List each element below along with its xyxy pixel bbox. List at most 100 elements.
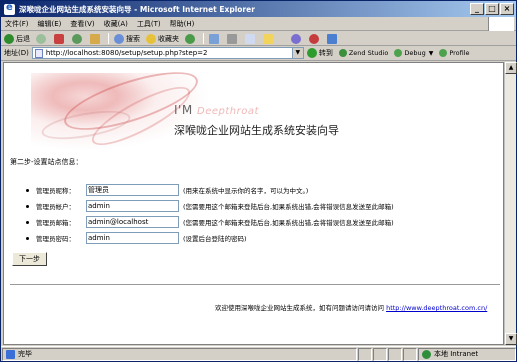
debug-button[interactable]: Debug ▼ [394, 49, 433, 57]
zend-studio-button[interactable]: Zend Studio [338, 49, 389, 57]
history-button[interactable] [185, 33, 197, 44]
footer-text: 欢迎使用深喉咙企业网站生成系统，如有问题请访问请访问 [215, 304, 384, 312]
page-icon [34, 48, 43, 58]
nickname-input[interactable] [86, 184, 179, 196]
status-cell [373, 347, 387, 361]
back-button[interactable]: 后退 [4, 33, 30, 44]
back-arrow-icon [4, 33, 14, 44]
password-label: 管理员密码： [36, 235, 75, 243]
status-cell [403, 347, 417, 361]
page-done-icon [6, 349, 15, 359]
password-input[interactable] [86, 232, 179, 244]
favorites-label: 收藏夹 [158, 34, 179, 43]
address-dropdown-icon[interactable]: ▼ [291, 48, 303, 58]
toolbar: 后退 搜索 收藏夹 [1, 32, 516, 46]
account-label: 管理员帐户： [36, 203, 75, 211]
scroll-down-icon[interactable]: ▼ [505, 333, 517, 345]
extra-button[interactable] [327, 33, 339, 44]
page-content: I'M Deepthroat 深喉咙企业网站生成系统安装向导 第二步-设置站点信… [3, 62, 504, 345]
forward-arrow-icon [36, 33, 46, 44]
menu-help[interactable]: 帮助(H) [170, 19, 195, 29]
address-url: http://localhost:8080/setup/setup.php?st… [45, 49, 208, 57]
go-arrow-icon [306, 48, 317, 58]
address-label: 地址(D) [4, 49, 29, 57]
tool-button[interactable] [309, 33, 321, 44]
zone-text: 本地 Intranet [434, 350, 479, 358]
print-icon [227, 33, 237, 44]
messenger-icon [291, 33, 301, 44]
vertical-scrollbar[interactable]: ▲ ▼ [504, 62, 517, 345]
menu-favorites[interactable]: 收藏(A) [104, 19, 128, 29]
window-title: 深喉咙企业网站生成系统安装向导 - Microsoft Internet Exp… [19, 4, 255, 14]
refresh-icon [72, 33, 82, 44]
nickname-label: 管理员昵称： [36, 187, 75, 195]
nickname-hint: (用来在系统中显示你的名字，可以为中文。) [183, 187, 309, 195]
messenger-button[interactable] [291, 33, 303, 44]
footer-link[interactable]: http://www.deepthroat.com.cn/ [386, 304, 487, 312]
menu-edit[interactable]: 编辑(E) [38, 19, 62, 29]
intranet-icon [422, 349, 431, 359]
scroll-up-icon[interactable]: ▲ [505, 62, 517, 74]
bullet-icon [26, 188, 29, 192]
profile-label: Profile [449, 49, 470, 57]
form-row-password: 管理员密码： (设置后台登陆的密码) [26, 230, 394, 246]
menu-file[interactable]: 文件(F) [5, 19, 29, 29]
home-icon [90, 33, 100, 44]
search-label: 搜索 [126, 34, 140, 43]
extra-icon [327, 33, 337, 44]
menu-view[interactable]: 查看(V) [70, 19, 94, 29]
print-button[interactable] [227, 33, 239, 44]
folder-icon [263, 33, 273, 44]
title-bar: 深喉咙企业网站生成系统安装向导 - Microsoft Internet Exp… [1, 1, 516, 17]
stop-icon [54, 33, 64, 44]
bullet-icon [26, 204, 29, 208]
debug-dropdown-icon[interactable]: ▼ [429, 50, 434, 57]
toolbar-separator [108, 33, 109, 44]
edit-icon [245, 33, 255, 44]
status-cell [388, 347, 402, 361]
close-button[interactable]: × [500, 3, 514, 15]
step-heading: 第二步-设置站点信息： [10, 158, 83, 166]
zend-label: Zend Studio [348, 49, 389, 57]
next-step-button[interactable]: 下一步 [12, 252, 47, 266]
account-input[interactable] [86, 200, 179, 212]
go-label: 转到 [318, 49, 333, 57]
toolbar-separator [203, 33, 204, 44]
address-input[interactable]: http://localhost:8080/setup/setup.php?st… [31, 47, 304, 59]
bullet-icon [26, 236, 29, 240]
profile-icon [439, 49, 448, 57]
mail-button[interactable] [209, 33, 221, 44]
home-button[interactable] [90, 33, 102, 44]
edit-button[interactable] [245, 33, 257, 44]
status-text: 完毕 [18, 350, 32, 358]
site-info-form: 管理员昵称： (用来在系统中显示你的名字，可以为中文。) 管理员帐户： (您需要… [26, 182, 394, 246]
password-hint: (设置后台登陆的密码) [183, 235, 247, 243]
address-bar: 地址(D) http://localhost:8080/setup/setup.… [1, 46, 516, 61]
mail-icon [209, 33, 219, 44]
menu-bar: 文件(F) 编辑(E) 查看(V) 收藏(A) 工具(T) 帮助(H) [1, 17, 516, 31]
folder-button[interactable] [263, 33, 275, 44]
bullet-icon [26, 220, 29, 224]
refresh-button[interactable] [72, 33, 84, 44]
forward-button[interactable] [36, 33, 48, 44]
page-title: 深喉咙企业网站生成系统安装向导 [174, 124, 339, 137]
menu-tools[interactable]: 工具(T) [137, 19, 161, 29]
maximize-button[interactable]: □ [485, 3, 499, 15]
minimize-button[interactable]: _ [470, 3, 484, 15]
email-hint: (您需要用这个邮箱来登陆后台,如果系统出错,会将错误信息发送至此邮箱) [183, 219, 394, 227]
brand-tm: Deepthroat [197, 106, 259, 117]
back-label: 后退 [16, 34, 30, 43]
go-button[interactable]: 转到 [306, 48, 333, 58]
profile-button[interactable]: Profile [439, 49, 470, 57]
star-icon [146, 33, 156, 44]
favorites-button[interactable]: 收藏夹 [146, 33, 179, 44]
account-hint: (您需要用这个邮箱来登陆后台,如果系统出错,会将错误信息发送至此邮箱) [183, 203, 394, 211]
stop-button[interactable] [54, 33, 66, 44]
status-cell [358, 347, 372, 361]
email-input[interactable] [86, 216, 179, 228]
brand-logo: I'M Deepthroat [174, 103, 259, 117]
search-button[interactable]: 搜索 [114, 33, 140, 44]
form-row-nickname: 管理员昵称： (用来在系统中显示你的名字，可以为中文。) [26, 182, 394, 198]
ie-icon [4, 2, 15, 15]
history-icon [185, 33, 195, 44]
